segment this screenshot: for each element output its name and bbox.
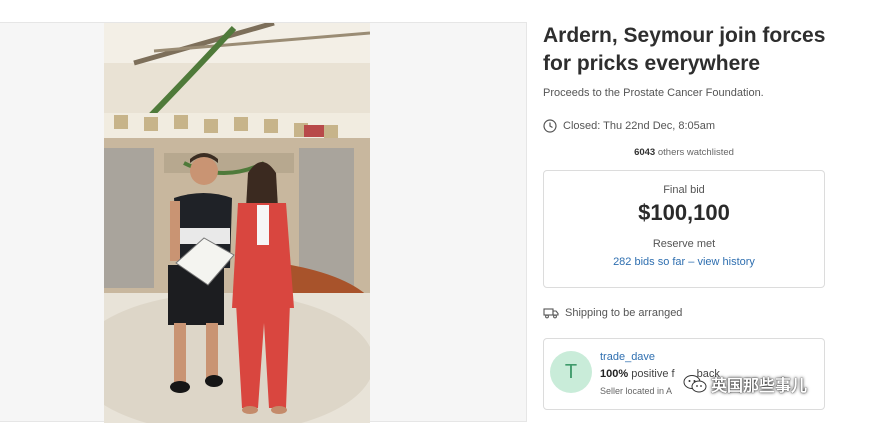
feedback-text: positive f bbox=[628, 368, 675, 380]
closed-text: Closed: Thu 22nd Dec, 8:05am bbox=[563, 120, 716, 132]
watermark-text: 英国那些事儿 bbox=[711, 378, 808, 395]
listing-subtitle: Proceeds to the Prostate Cancer Foundati… bbox=[543, 87, 764, 99]
seller-name-link[interactable]: trade_dave bbox=[600, 351, 655, 363]
listing-photo[interactable] bbox=[104, 23, 370, 423]
listing-title: Ardern, Seymour join forces for pricks e… bbox=[543, 24, 826, 75]
closed-status: Closed: Thu 22nd Dec, 8:05am bbox=[543, 119, 715, 133]
watch-number: 6043 bbox=[634, 147, 656, 158]
reserve-status: Reserve met bbox=[652, 238, 716, 250]
bid-card: Final bid $100,100 Reserve met 282 bids … bbox=[543, 170, 825, 288]
watchlist-count: 6043 others watchlisted bbox=[543, 147, 825, 158]
watermark: 英国那些事儿 bbox=[683, 372, 807, 396]
avatar[interactable]: T bbox=[550, 351, 592, 393]
final-bid-label: Final bid bbox=[663, 184, 705, 196]
truck-icon bbox=[543, 308, 559, 319]
photo-gallery[interactable] bbox=[0, 22, 527, 423]
listing-photo-image bbox=[104, 23, 370, 423]
seller-location: Seller located in A bbox=[600, 386, 673, 396]
feedback-percent: 100% bbox=[600, 368, 629, 380]
shipping-info: Shipping to be arranged bbox=[543, 307, 682, 319]
clock-icon bbox=[543, 119, 557, 133]
shipping-text: Shipping to be arranged bbox=[565, 307, 683, 319]
bid-history-link[interactable]: 282 bids so far – view history bbox=[544, 256, 824, 268]
final-bid-amount: $100,100 bbox=[638, 200, 730, 225]
watch-text: others watchlisted bbox=[655, 147, 734, 158]
listing-page: Ardern, Seymour join forces for pricks e… bbox=[0, 0, 870, 426]
wechat-icon bbox=[683, 375, 707, 393]
